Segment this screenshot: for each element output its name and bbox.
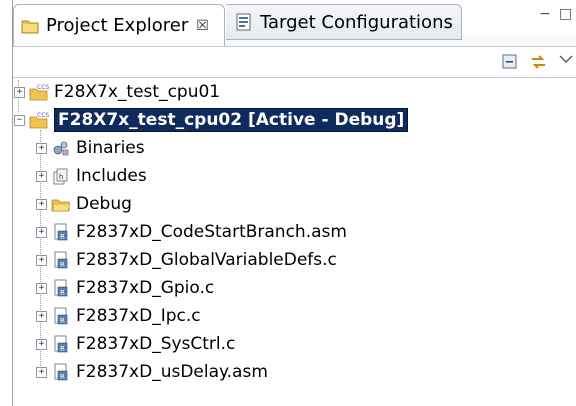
tree-item-file[interactable]: + R F2837xD_CodeStartBranch.asm [36, 218, 347, 246]
tree-item-label: F2837xD_Ipc.c [76, 306, 201, 326]
svg-text:h: h [59, 173, 63, 181]
expand-icon[interactable]: + [14, 86, 25, 98]
project-explorer-view: Project Explorer ☒ Target Configurations… [12, 0, 576, 406]
source-file-icon: R [51, 250, 71, 270]
tree-item-label: Debug [76, 194, 132, 214]
ccs-project-icon: CCS [29, 82, 49, 102]
tree-item-file[interactable]: + R F2837xD_usDelay.asm [36, 358, 268, 386]
svg-text:R: R [60, 261, 65, 269]
tree-item-project-active[interactable]: − CCS F28X7x_test_cpu02 [Active - Debug] [14, 106, 409, 134]
svg-text:CCS: CCS [37, 112, 49, 119]
tree-item-project[interactable]: + CCS F28X7x_test_cpu01 [14, 78, 220, 106]
tree-item-file[interactable]: + R F2837xD_GlobalVariableDefs.c [36, 246, 337, 274]
folder-icon [51, 194, 71, 214]
tree-item-debug-folder[interactable]: + Debug [36, 190, 132, 218]
tree-item-label: F28X7x_test_cpu02 [Active - Debug] [54, 108, 409, 132]
tree-item-label: Binaries [76, 138, 145, 158]
view-tab-strip: Project Explorer ☒ Target Configurations… [13, 0, 576, 47]
link-with-editor-icon[interactable] [529, 53, 547, 71]
tree-item-includes[interactable]: + h Includes [36, 162, 147, 190]
minimize-icon[interactable]: − [539, 6, 551, 22]
source-file-icon: R [51, 334, 71, 354]
svg-text:CCS: CCS [37, 84, 49, 91]
view-menu-icon[interactable] [559, 49, 576, 67]
svg-text:R: R [60, 289, 65, 297]
expand-icon[interactable]: + [36, 254, 47, 266]
view-toolbar [13, 47, 576, 78]
collapse-icon[interactable]: − [14, 114, 25, 126]
source-file-icon: R [51, 362, 71, 382]
svg-text:R: R [60, 233, 65, 241]
tree-item-label: F2837xD_GlobalVariableDefs.c [76, 250, 337, 270]
tree-item-label: F2837xD_CodeStartBranch.asm [76, 222, 347, 242]
svg-text:R: R [60, 373, 65, 381]
tree-item-label: F28X7x_test_cpu01 [54, 82, 221, 102]
expand-icon[interactable]: + [36, 142, 47, 154]
binaries-icon [51, 138, 71, 158]
source-file-icon: R [51, 278, 71, 298]
expand-icon[interactable]: + [36, 198, 47, 210]
collapse-all-icon[interactable] [501, 53, 519, 71]
expand-icon[interactable]: + [36, 338, 47, 350]
includes-icon: h [51, 166, 71, 186]
maximize-icon[interactable]: □ [559, 6, 572, 22]
expand-icon[interactable]: + [36, 282, 47, 294]
svg-text:R: R [60, 345, 65, 353]
tab-label: Project Explorer [46, 15, 189, 36]
close-icon[interactable]: ☒ [196, 18, 209, 34]
target-config-icon [234, 12, 254, 32]
expand-icon[interactable]: + [36, 226, 47, 238]
source-file-icon: R [51, 306, 71, 326]
tree-item-label: F2837xD_Gpio.c [76, 278, 215, 298]
tree-item-file[interactable]: + R F2837xD_Ipc.c [36, 302, 201, 330]
tree-item-label: Includes [76, 166, 147, 186]
project-explorer-icon [20, 16, 40, 36]
tree-item-label: F2837xD_usDelay.asm [76, 362, 268, 382]
tab-project-explorer[interactable]: Project Explorer ☒ [13, 4, 225, 46]
tree-item-file[interactable]: + R F2837xD_SysCtrl.c [36, 330, 235, 358]
ccs-project-icon: CCS [29, 110, 49, 130]
expand-icon[interactable]: + [36, 310, 47, 322]
tree-item-label: F2837xD_SysCtrl.c [76, 334, 236, 354]
svg-text:R: R [60, 317, 65, 325]
tree-item-binaries[interactable]: + Binaries [36, 134, 145, 162]
source-file-icon: R [51, 222, 71, 242]
expand-icon[interactable]: + [36, 366, 47, 378]
tree-item-file[interactable]: + R F2837xD_Gpio.c [36, 274, 214, 302]
tab-label: Target Configurations [260, 11, 453, 33]
tab-target-configurations[interactable]: Target Configurations [226, 4, 462, 40]
expand-icon[interactable]: + [36, 170, 47, 182]
